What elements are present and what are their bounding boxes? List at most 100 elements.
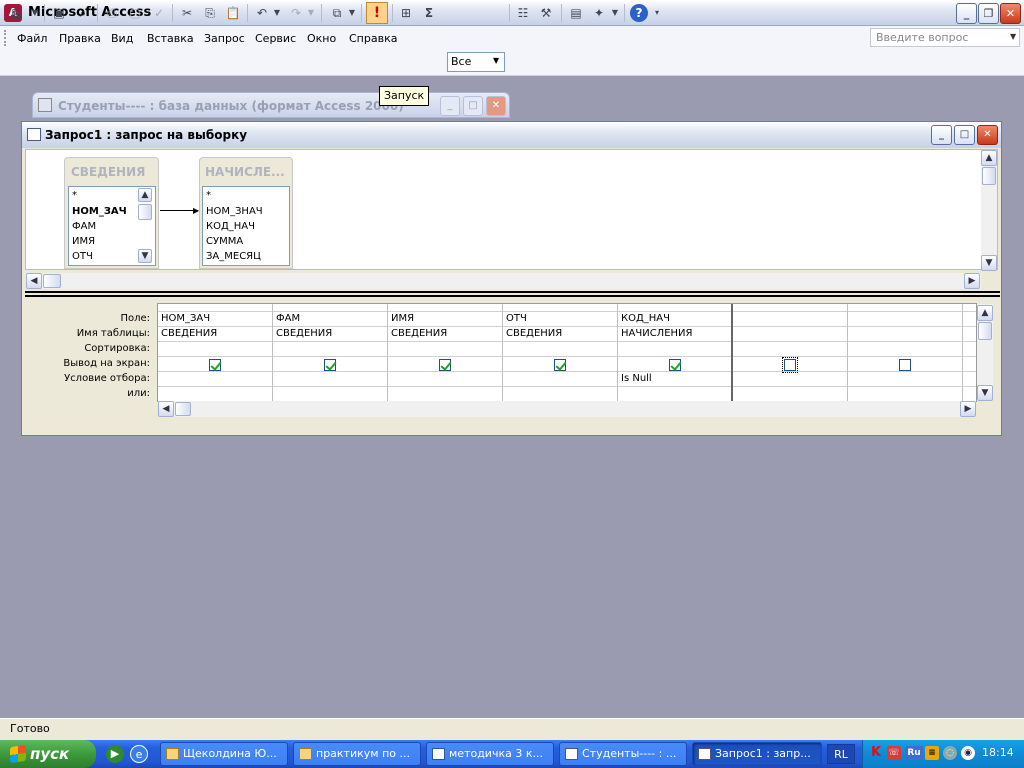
grid-cell-field[interactable]: КОД_НАЧ	[621, 311, 670, 326]
menu-help[interactable]: Справка	[349, 32, 397, 45]
scroll-up-icon[interactable]: ▲	[977, 305, 993, 321]
scroll-down-icon[interactable]: ▼	[981, 255, 997, 271]
taskbar-item-database[interactable]: Студенты---- : ...	[559, 742, 687, 766]
spellcheck-icon[interactable]: ✓	[150, 4, 168, 22]
grid-column-3[interactable]: ИМЯ СВЕДЕНИЯ	[388, 304, 503, 401]
scroll-thumb[interactable]	[982, 167, 996, 185]
field-item[interactable]: КОД_НАЧ	[203, 219, 255, 234]
field-item[interactable]: ЗА_МЕСЯЦ	[203, 249, 261, 264]
menu-file[interactable]: Файл	[17, 32, 47, 45]
upper-horizontal-scrollbar[interactable]	[26, 273, 981, 289]
restore-button[interactable]: ❐	[978, 3, 999, 24]
totals-icon[interactable]: Σ	[420, 4, 438, 22]
grid-cell-field[interactable]: ОТЧ	[506, 311, 527, 326]
chevron-down-icon[interactable]: ▼	[1010, 32, 1016, 41]
grid-column-7[interactable]	[848, 304, 963, 401]
chevron-down-icon[interactable]: ▼	[610, 4, 620, 22]
show-checkbox[interactable]	[439, 359, 451, 371]
scroll-right-icon[interactable]: ▶	[964, 273, 980, 289]
scroll-right-icon[interactable]: ▶	[960, 401, 976, 417]
grid-cell-field[interactable]: ФАМ	[276, 311, 300, 326]
taskbar-item-query[interactable]: Запрос1 : запр...	[692, 742, 822, 766]
scroll-up-icon[interactable]: ▲	[138, 188, 152, 202]
database-window-icon[interactable]: ▤	[567, 4, 585, 22]
db-minimize-button[interactable]: _	[440, 96, 460, 116]
grid-column-2[interactable]: ФАМ СВЕДЕНИЯ	[273, 304, 388, 401]
query-minimize-button[interactable]: _	[931, 125, 952, 145]
build-icon[interactable]: ⚒	[537, 4, 555, 22]
query-type-icon[interactable]: ⧉	[328, 4, 346, 22]
field-item[interactable]: ОТЧ	[69, 249, 93, 264]
query-icon[interactable]	[27, 128, 41, 141]
show-checkbox[interactable]	[899, 359, 911, 371]
show-checkbox[interactable]	[209, 359, 221, 371]
grid-cell-table[interactable]: СВЕДЕНИЯ	[391, 326, 447, 341]
save-icon[interactable]: ▣	[50, 4, 68, 22]
grid-column-6[interactable]	[733, 304, 848, 401]
chevron-down-icon[interactable]: ▼	[347, 4, 357, 22]
field-item[interactable]: *	[69, 188, 77, 203]
keyboard-layout-icon[interactable]: Ru	[905, 746, 923, 760]
grid-column-1[interactable]: НОМ_ЗАЧ СВЕДЕНИЯ	[158, 304, 273, 401]
minimize-button[interactable]: _	[956, 3, 977, 24]
scroll-thumb[interactable]	[175, 402, 191, 416]
properties-icon[interactable]: ☷	[514, 4, 532, 22]
show-checkbox[interactable]	[554, 359, 566, 371]
file-search-icon[interactable]: ⌕	[74, 4, 92, 22]
grid-horizontal-scrollbar[interactable]	[158, 401, 976, 417]
grid-cell-field[interactable]: ИМЯ	[391, 311, 414, 326]
grid-cell-table[interactable]: СВЕДЕНИЯ	[276, 326, 332, 341]
menu-edit[interactable]: Правка	[59, 32, 101, 45]
chevron-down-icon[interactable]: ▼	[30, 4, 40, 22]
antivirus-icon[interactable]: K	[869, 746, 883, 760]
security-icon[interactable]: ◌	[943, 746, 957, 760]
scroll-left-icon[interactable]: ◀	[158, 401, 174, 417]
query-maximize-button[interactable]: □	[954, 125, 975, 145]
grid-column-4[interactable]: ОТЧ СВЕДЕНИЯ	[503, 304, 618, 401]
db-maximize-button[interactable]: □	[463, 96, 483, 116]
scroll-down-icon[interactable]: ▼	[977, 385, 993, 401]
show-checkbox[interactable]	[324, 359, 336, 371]
menu-query[interactable]: Запрос	[204, 32, 245, 45]
help-search-input[interactable]: Введите вопрос	[870, 28, 1020, 47]
scroll-left-icon[interactable]: ◀	[26, 273, 42, 289]
grid-cell-field[interactable]: НОМ_ЗАЧ	[161, 311, 210, 326]
chevron-down-icon[interactable]: ▼	[306, 4, 316, 22]
copy-icon[interactable]: ⎘	[201, 4, 219, 22]
taskbar-item-folder-2[interactable]: практикум по ...	[293, 742, 421, 766]
menu-window[interactable]: Окно	[307, 32, 336, 45]
field-item[interactable]: СУММА	[203, 234, 243, 249]
taskbar-item-word[interactable]: методичка 3 к...	[426, 742, 554, 766]
scroll-thumb[interactable]	[43, 274, 61, 288]
menu-insert[interactable]: Вставка	[147, 32, 194, 45]
show-checkbox[interactable]	[669, 359, 681, 371]
close-button[interactable]: ✕	[1000, 3, 1021, 24]
cut-icon[interactable]: ✂	[178, 4, 196, 22]
media-player-icon[interactable]: ▶	[106, 745, 124, 763]
query-close-button[interactable]: ✕	[977, 125, 998, 145]
scroll-thumb[interactable]	[138, 204, 152, 220]
chevron-down-icon[interactable]: ▼	[272, 4, 282, 22]
chevron-down-icon[interactable]: ▼	[493, 56, 499, 65]
tray-settings-icon[interactable]: ◉	[961, 746, 975, 760]
view-icon[interactable]: ▦	[8, 4, 26, 22]
taskbar-item-folder-1[interactable]: Щеколдина Ю...	[160, 742, 288, 766]
show-checkbox[interactable]	[782, 357, 798, 373]
grid-cell-table[interactable]: НАЧИСЛЕНИЯ	[621, 326, 692, 341]
db-close-button[interactable]: ✕	[486, 96, 506, 116]
internet-explorer-icon[interactable]: e	[130, 745, 148, 763]
field-item[interactable]: НОМ_ЗНАЧ	[203, 204, 263, 219]
redo-icon[interactable]: ↷	[287, 4, 305, 22]
grid-column-5[interactable]: КОД_НАЧ НАЧИСЛЕНИЯ Is Null	[618, 304, 733, 401]
menu-grip[interactable]	[4, 30, 8, 46]
menu-view[interactable]: Вид	[111, 32, 133, 45]
grid-cell-criteria[interactable]: Is Null	[621, 371, 652, 386]
field-item[interactable]: *	[203, 188, 211, 203]
grid-cell-table[interactable]: СВЕДЕНИЯ	[506, 326, 562, 341]
grid-cell-table[interactable]: СВЕДЕНИЯ	[161, 326, 217, 341]
language-indicator[interactable]: RL	[827, 744, 855, 764]
menu-tools[interactable]: Сервис	[255, 32, 296, 45]
paste-icon[interactable]: 📋	[224, 4, 242, 22]
field-item-key[interactable]: НОМ_ЗАЧ	[69, 204, 127, 219]
print-preview-icon[interactable]: ▢	[126, 4, 144, 22]
